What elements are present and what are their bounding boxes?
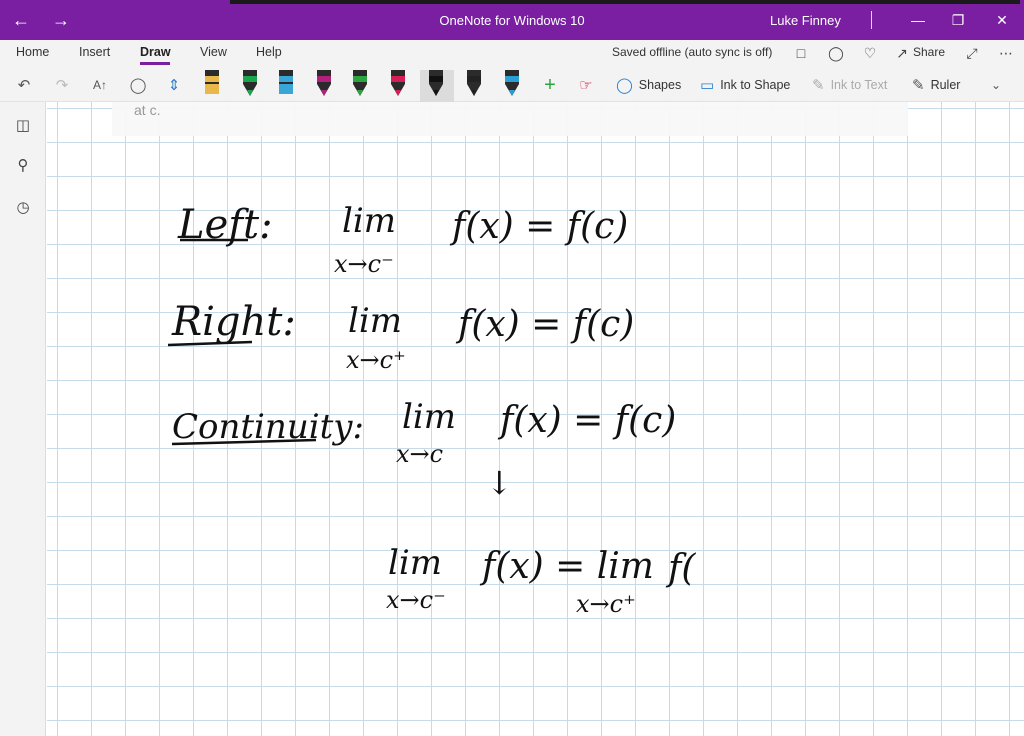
ink-right-label: Right:: [171, 299, 296, 345]
ink-lim: lim: [388, 543, 442, 583]
ink-expression: f(: [665, 548, 696, 589]
handwritten-ink: Left: lim x→c⁻ f(x) = f(c) Right: lim x→…: [167, 201, 696, 618]
ink-sub: x→c: [396, 440, 443, 468]
ink-arrow: ↓: [486, 464, 513, 502]
ink-sub: x→c⁻: [386, 586, 446, 614]
ink-expression: f(x) = f(c): [455, 304, 634, 345]
ink-expression: f(x) = f(c): [449, 206, 628, 247]
ink-lim: lim: [348, 301, 402, 341]
ink-lim: lim: [342, 201, 396, 241]
ink-sub: x→c⁺: [576, 590, 636, 618]
ink-sub: x→c⁺: [346, 346, 406, 374]
ink-lim: lim: [402, 397, 456, 437]
ink-expression: f(x) = lim: [479, 546, 654, 587]
ink-expression: f(x) = f(c): [497, 400, 676, 441]
ink-sub: x→c⁻: [334, 250, 394, 278]
